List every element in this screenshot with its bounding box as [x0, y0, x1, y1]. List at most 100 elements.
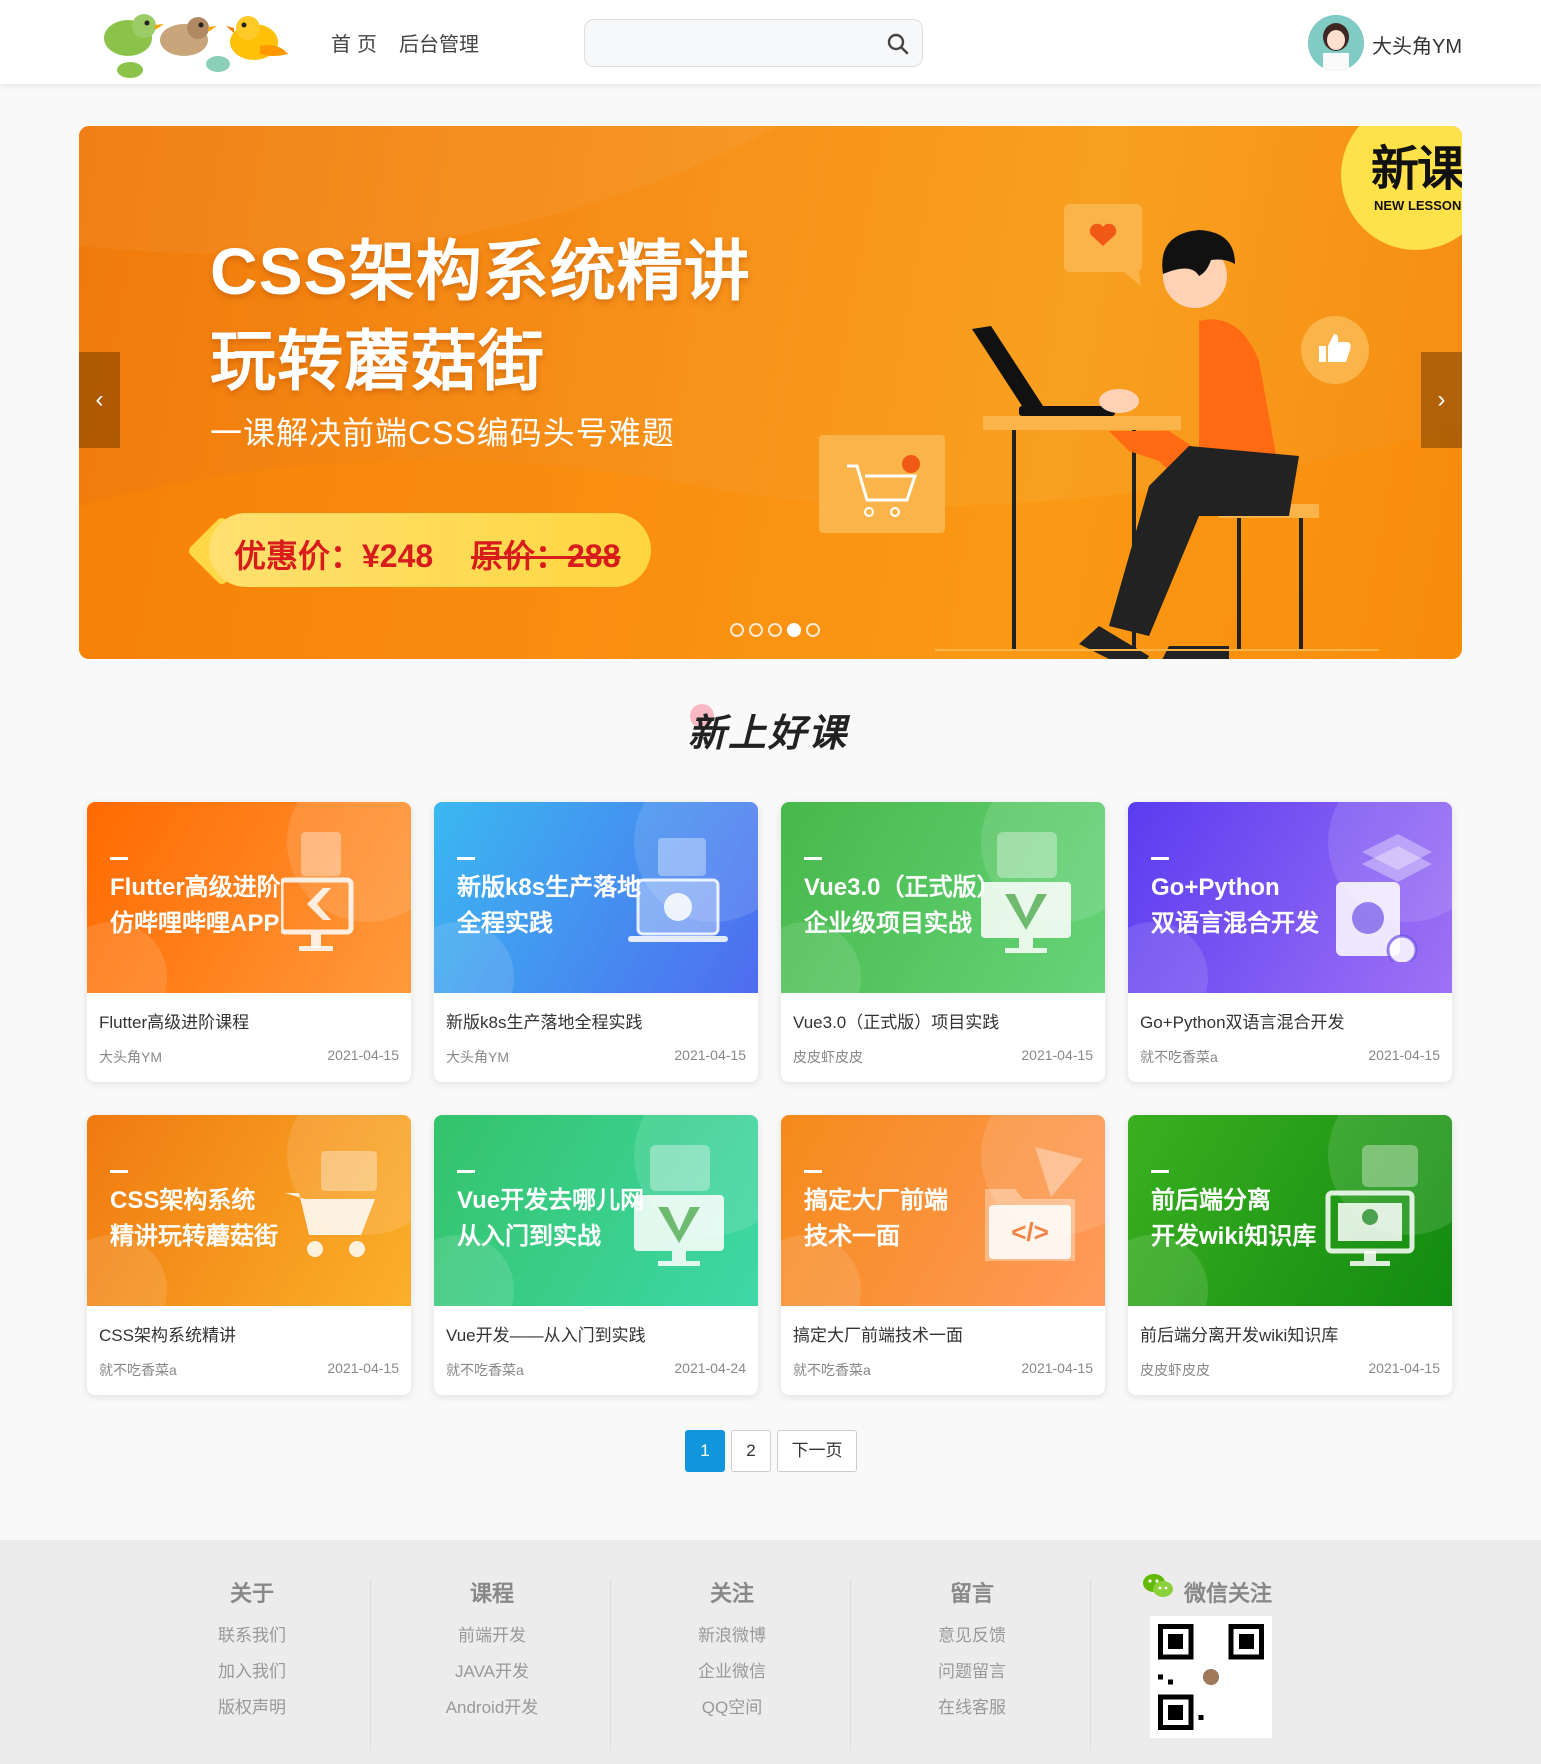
cover-text-line1: 前后端分离 — [1151, 1187, 1271, 1214]
cover-text-line2: 开发wiki知识库 — [1151, 1223, 1317, 1250]
footer-divider — [610, 1580, 611, 1750]
carousel-dot[interactable] — [730, 623, 744, 637]
banner-subtitle: 一课解决前端CSS编码头号难题 — [210, 415, 675, 451]
course-title[interactable]: Vue开发——从入门到实践 — [446, 1321, 646, 1346]
username[interactable]: 大头角YM — [1372, 30, 1462, 59]
search-icon[interactable] — [886, 32, 910, 56]
carousel-next-button[interactable]: › — [1421, 352, 1462, 448]
course-author: 就不吃香菜a — [99, 1362, 177, 1378]
cover-text: Flutter高级进阶 仿哔哩哔哩APP — [110, 870, 281, 942]
cover-text: CSS架构系统 精讲玩转蘑菇街 — [110, 1183, 278, 1255]
cover-text-line2: 仿哔哩哔哩APP — [110, 910, 280, 937]
badge-main-text: 新课 — [1371, 143, 1462, 196]
springboot-monitor-icon — [1325, 1145, 1418, 1266]
course-date: 2021-04-15 — [1021, 1360, 1093, 1376]
footer-link[interactable]: 新浪微博 — [612, 1618, 852, 1654]
course-title[interactable]: Flutter高级进阶课程 — [99, 1008, 249, 1033]
hero-carousel[interactable]: 新课 NEW LESSON CSS架构系统精讲 玩转蘑菇街 一课解决前端CSS编… — [79, 126, 1462, 659]
course-date: 2021-04-15 — [1368, 1047, 1440, 1063]
course-card[interactable]: Flutter高级进阶 仿哔哩哔哩APP Flutter高级进阶课程大头角YM 202… — [87, 802, 411, 1082]
footer-link[interactable]: 在线客服 — [852, 1690, 1092, 1726]
cover-dash — [1151, 857, 1169, 860]
carousel-dot[interactable] — [787, 623, 801, 637]
carousel-dots — [730, 623, 830, 639]
course-cover-image[interactable]: Vue3.0（正式版） 企业级项目实战 — [781, 802, 1105, 993]
course-cover-image[interactable]: 前后端分离开发wiki知识库 — [1128, 1115, 1452, 1306]
cover-text-line2: 精讲玩转蘑菇街 — [110, 1223, 278, 1250]
course-title[interactable]: 新版k8s生产落地全程实践 — [446, 1008, 642, 1033]
flutter-monitor-icon — [281, 832, 354, 951]
footer-link[interactable]: 联系我们 — [132, 1618, 372, 1654]
footer-link[interactable]: 加入我们 — [132, 1654, 372, 1690]
cover-text-line1: 新版k8s生产落地 — [457, 874, 642, 901]
course-author: 皮皮虾皮皮 — [793, 1049, 863, 1065]
course-date: 2021-04-15 — [1021, 1047, 1093, 1063]
banner-title: CSS架构系统精讲 玩转蘑菇街 — [210, 226, 751, 406]
cover-dash — [110, 857, 128, 860]
course-cover-image[interactable]: Flutter高级进阶 仿哔哩哔哩APP — [87, 802, 411, 993]
course-title[interactable]: CSS架构系统精讲 — [99, 1321, 236, 1346]
course-title[interactable]: 前后端分离开发wiki知识库 — [1140, 1321, 1338, 1346]
course-card[interactable]: 前后端分离 开发wiki知识库 前后端分离开发wiki知识库 皮皮虾皮皮 2021-04… — [1128, 1115, 1452, 1395]
course-author: 大头角YM — [446, 1049, 509, 1065]
course-cover-image[interactable]: Go+Python 双语言混合开发 — [1128, 802, 1452, 993]
nav-admin-link[interactable]: 后台管理 — [399, 28, 479, 57]
course-cover-image[interactable]: CSS架构系统 精讲玩转蘑菇街 — [87, 1115, 411, 1306]
course-cover-image[interactable]: Vue开发去哪儿网 从入门到实战 — [434, 1115, 758, 1306]
section-title: 新上好课 — [688, 713, 849, 755]
course-card[interactable]: CSS架构系统 精讲玩转蘑菇街 CSS架构系统精讲就不吃香菜a 2021-04-15 — [87, 1115, 411, 1395]
cover-text: Go+Python 双语言混合开发 — [1151, 870, 1319, 942]
carousel-dot[interactable] — [806, 623, 820, 637]
course-cover-image[interactable]: 新版k8s生产落地 全程实践 — [434, 802, 758, 993]
footer-link[interactable]: 版权声明 — [132, 1690, 372, 1726]
course-title[interactable]: Vue3.0（正式版）项目实践 — [793, 1008, 999, 1033]
footer-link[interactable]: 前端开发 — [372, 1618, 612, 1654]
cover-text-line2: 企业级项目实战 — [804, 910, 972, 937]
course-author: 就不吃香菜a — [1140, 1049, 1218, 1065]
cover-text-line2: 全程实践 — [457, 910, 553, 937]
search-input[interactable] — [585, 20, 875, 66]
footer-link[interactable]: 意见反馈 — [852, 1618, 1092, 1654]
price-old: 原价：288 — [471, 538, 621, 574]
course-card[interactable]: 新版k8s生产落地 全程实践 新版k8s生产落地全程实践 大头角YM 2021-04-1… — [434, 802, 758, 1082]
cover-dash — [457, 857, 475, 860]
page-2-button[interactable]: 2 — [731, 1430, 771, 1472]
carousel-dot[interactable] — [749, 623, 763, 637]
footer-head: 课程 — [469, 1581, 514, 1606]
carousel-prev-button[interactable]: ‹ — [79, 352, 120, 448]
wechat-icon — [1143, 1574, 1173, 1597]
wechat-qr-code — [1150, 1616, 1272, 1738]
svg-text:</>: </> — [1011, 1217, 1049, 1247]
course-card[interactable]: Vue开发去哪儿网 从入门到实战 Vue开发——从入门到实践 就不吃香菜a 2021-0… — [434, 1115, 758, 1395]
page-1-button[interactable]: 1 — [685, 1430, 725, 1472]
cover-dash — [457, 1170, 475, 1173]
footer-link[interactable]: QQ空间 — [612, 1690, 852, 1726]
birds-logo[interactable] — [88, 6, 298, 80]
user-avatar[interactable] — [1308, 15, 1364, 71]
course-author: 大头角YM — [99, 1049, 162, 1065]
course-card[interactable]: Go+Python 双语言混合开发 Go+Python双语言混合开发就不吃香菜a 20… — [1128, 802, 1452, 1082]
course-cover-image[interactable]: 搞定大厂前端 技术一面 </> — [781, 1115, 1105, 1306]
footer-link[interactable]: 企业微信 — [612, 1654, 852, 1690]
badge-sub-text: NEW LESSON — [1374, 198, 1462, 213]
kubernetes-laptop-icon — [628, 838, 728, 942]
footer-divider — [850, 1580, 851, 1750]
course-date: 2021-04-15 — [327, 1360, 399, 1376]
carousel-dot[interactable] — [768, 623, 782, 637]
course-title[interactable]: 搞定大厂前端技术一面 — [793, 1321, 963, 1346]
footer-link[interactable]: 问题留言 — [852, 1654, 1092, 1690]
course-date: 2021-04-15 — [674, 1047, 746, 1063]
course-card[interactable]: 搞定大厂前端 技术一面 </> 搞定大厂前端技术一面 就不吃香菜a 2021-04-15 — [781, 1115, 1105, 1395]
course-title[interactable]: Go+Python双语言混合开发 — [1140, 1008, 1345, 1033]
course-card[interactable]: Vue3.0（正式版） 企业级项目实战 Vue3.0（正式版）项目实践皮皮虾皮皮 20… — [781, 802, 1105, 1082]
course-author: 皮皮虾皮皮 — [1140, 1362, 1210, 1378]
next-page-button[interactable]: 下一页 — [777, 1430, 857, 1472]
footer-link[interactable]: Android开发 — [372, 1690, 612, 1726]
nav-home-link[interactable]: 首页 — [331, 28, 383, 57]
course-date: 2021-04-15 — [327, 1047, 399, 1063]
cover-text-line2: 技术一面 — [804, 1223, 900, 1250]
cover-text-line2: 从入门到实战 — [457, 1223, 601, 1250]
footer-link[interactable]: JAVA开发 — [372, 1654, 612, 1690]
cover-text-line1: 搞定大厂前端 — [804, 1187, 948, 1214]
cover-dash — [1151, 1170, 1169, 1173]
